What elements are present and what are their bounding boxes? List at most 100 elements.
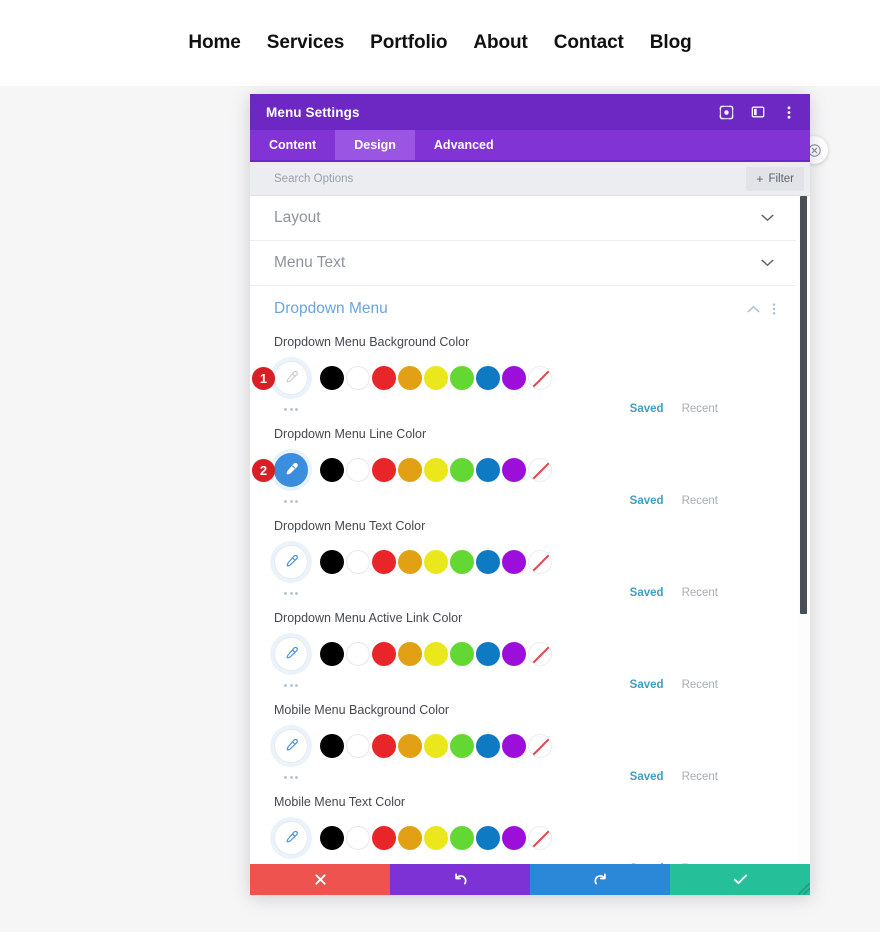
swatch-green[interactable] [450, 734, 474, 758]
eyedropper-button[interactable] [274, 637, 308, 671]
swatch-red[interactable] [372, 826, 396, 850]
focus-target-icon[interactable] [719, 105, 734, 120]
swatch-yellow[interactable] [424, 366, 448, 390]
tab-recent[interactable]: Recent [682, 679, 718, 691]
swatch-orange[interactable] [398, 550, 422, 574]
more-options-dots-icon[interactable] [274, 499, 308, 503]
swatch-purple[interactable] [502, 458, 526, 482]
section-dropdown-menu-header[interactable]: Dropdown Menu [250, 286, 796, 331]
swatch-no-color[interactable] [528, 826, 552, 850]
swatch-no-color[interactable] [528, 366, 552, 390]
tab-recent[interactable]: Recent [682, 403, 718, 415]
eyedropper-button[interactable] [274, 453, 308, 487]
swatch-white[interactable] [346, 642, 370, 666]
save-button[interactable] [670, 864, 810, 895]
swatch-red[interactable] [372, 366, 396, 390]
nav-item-home[interactable]: Home [188, 32, 240, 54]
tab-recent[interactable]: Recent [682, 771, 718, 783]
swatch-black[interactable] [320, 734, 344, 758]
swatch-purple[interactable] [502, 550, 526, 574]
nav-item-portfolio[interactable]: Portfolio [370, 32, 447, 54]
swatch-purple[interactable] [502, 642, 526, 666]
swatch-green[interactable] [450, 550, 474, 574]
eyedropper-button[interactable] [274, 729, 308, 763]
swatch-blue[interactable] [476, 826, 500, 850]
swatch-purple[interactable] [502, 366, 526, 390]
more-vertical-icon[interactable] [772, 302, 776, 316]
swatch-blue[interactable] [476, 734, 500, 758]
swatch-green[interactable] [450, 826, 474, 850]
swatch-green[interactable] [450, 366, 474, 390]
swatch-yellow[interactable] [424, 734, 448, 758]
tab-content[interactable]: Content [250, 130, 335, 160]
swatch-no-color[interactable] [528, 458, 552, 482]
undo-button[interactable] [390, 864, 530, 895]
section-layout[interactable]: Layout [250, 196, 796, 241]
eyedropper-button[interactable] [274, 821, 308, 855]
swatch-red[interactable] [372, 458, 396, 482]
swatch-purple[interactable] [502, 734, 526, 758]
swatch-white[interactable] [346, 366, 370, 390]
more-options-dots-icon[interactable] [274, 407, 308, 411]
chevron-up-icon[interactable] [747, 305, 760, 313]
swatch-black[interactable] [320, 642, 344, 666]
swatch-black[interactable] [320, 366, 344, 390]
cancel-button[interactable] [250, 864, 390, 895]
swatch-red[interactable] [372, 734, 396, 758]
swatch-blue[interactable] [476, 642, 500, 666]
swatch-green[interactable] [450, 458, 474, 482]
swatch-orange[interactable] [398, 826, 422, 850]
swatch-orange[interactable] [398, 734, 422, 758]
swatch-no-color[interactable] [528, 734, 552, 758]
eyedropper-button[interactable] [274, 545, 308, 579]
nav-item-contact[interactable]: Contact [554, 32, 624, 54]
swatch-orange[interactable] [398, 642, 422, 666]
tab-saved[interactable]: Saved [630, 403, 664, 415]
resize-handle[interactable] [794, 879, 810, 895]
tab-saved[interactable]: Saved [630, 587, 664, 599]
redo-button[interactable] [530, 864, 670, 895]
tab-saved[interactable]: Saved [630, 679, 664, 691]
swatch-blue[interactable] [476, 366, 500, 390]
swatch-red[interactable] [372, 550, 396, 574]
swatch-no-color[interactable] [528, 642, 552, 666]
section-menu-text[interactable]: Menu Text [250, 241, 796, 286]
tab-recent[interactable]: Recent [682, 495, 718, 507]
nav-item-about[interactable]: About [473, 32, 527, 54]
swatch-white[interactable] [346, 458, 370, 482]
swatch-green[interactable] [450, 642, 474, 666]
swatch-orange[interactable] [398, 458, 422, 482]
tab-advanced[interactable]: Advanced [415, 130, 513, 160]
scrollbar-track[interactable] [798, 196, 809, 864]
tab-recent[interactable]: Recent [682, 587, 718, 599]
swatch-yellow[interactable] [424, 826, 448, 850]
swatch-black[interactable] [320, 826, 344, 850]
swatch-yellow[interactable] [424, 550, 448, 574]
filter-button[interactable]: + Filter [746, 166, 804, 191]
swatch-orange[interactable] [398, 366, 422, 390]
tab-saved[interactable]: Saved [630, 495, 664, 507]
swatch-no-color[interactable] [528, 550, 552, 574]
swatch-purple[interactable] [502, 826, 526, 850]
tab-design[interactable]: Design [335, 130, 415, 160]
search-input[interactable] [274, 162, 747, 195]
more-options-dots-icon[interactable] [274, 683, 308, 687]
swatch-yellow[interactable] [424, 458, 448, 482]
swatch-black[interactable] [320, 550, 344, 574]
scrollbar-thumb[interactable] [800, 196, 807, 614]
swatch-white[interactable] [346, 550, 370, 574]
nav-item-services[interactable]: Services [267, 32, 344, 54]
swatch-white[interactable] [346, 826, 370, 850]
swatch-blue[interactable] [476, 458, 500, 482]
swatch-white[interactable] [346, 734, 370, 758]
eyedropper-button[interactable] [274, 361, 308, 395]
tab-saved[interactable]: Saved [630, 771, 664, 783]
panel-layout-icon[interactable] [750, 105, 765, 120]
more-options-dots-icon[interactable] [274, 775, 308, 779]
more-options-dots-icon[interactable] [274, 591, 308, 595]
nav-item-blog[interactable]: Blog [650, 32, 692, 54]
swatch-blue[interactable] [476, 550, 500, 574]
swatch-red[interactable] [372, 642, 396, 666]
more-vertical-icon[interactable] [781, 105, 796, 120]
swatch-black[interactable] [320, 458, 344, 482]
